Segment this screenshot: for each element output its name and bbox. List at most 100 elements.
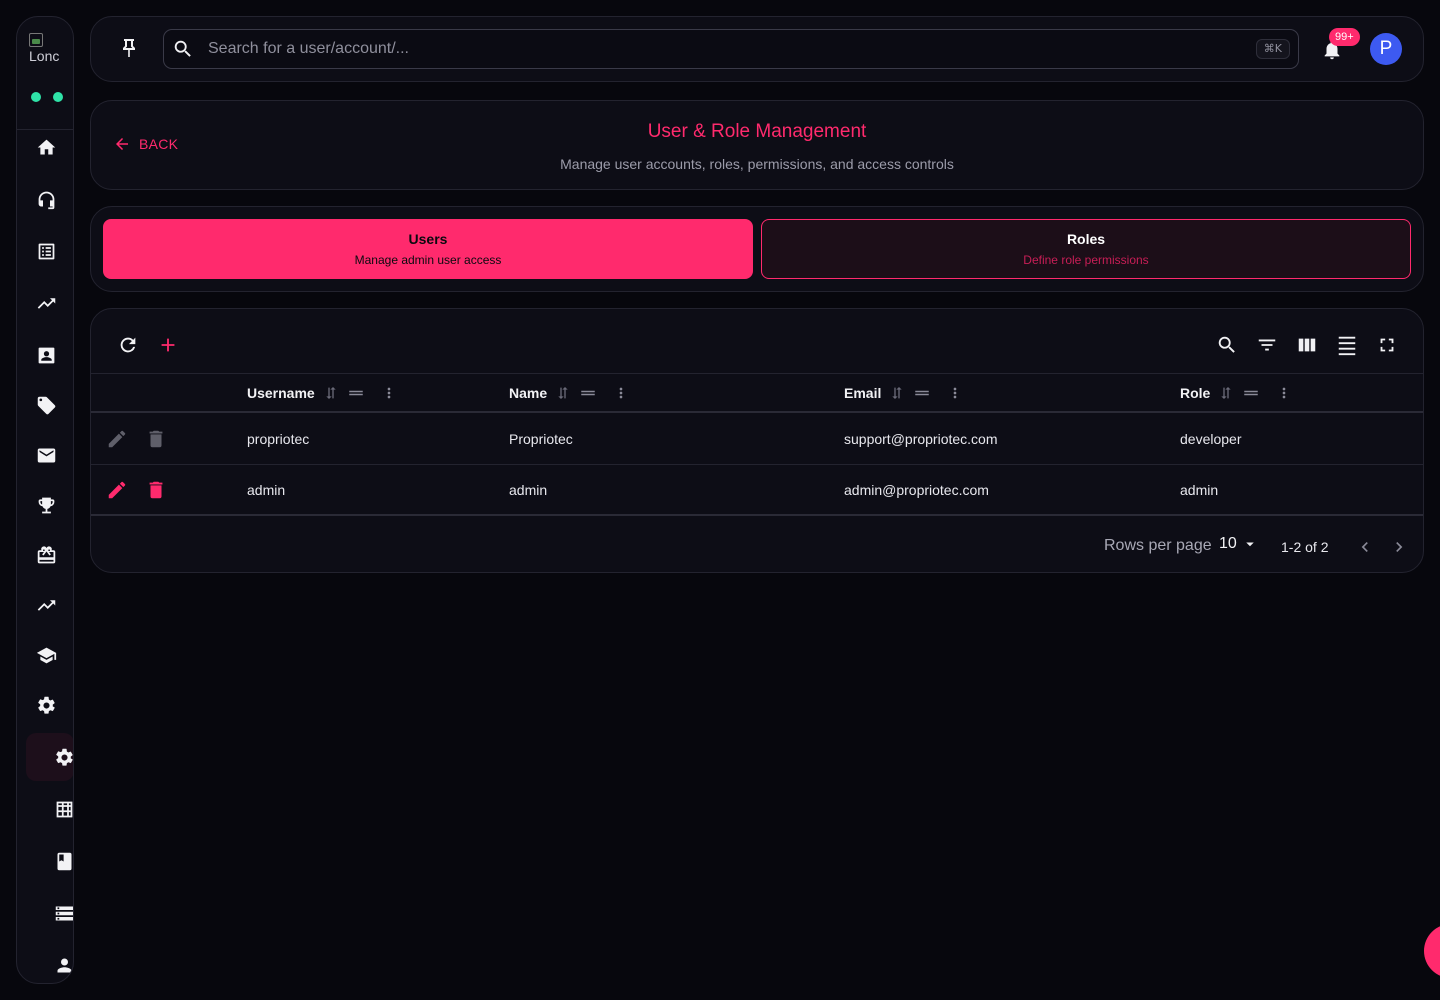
cell-username: propriotec — [247, 431, 310, 447]
previous-page-button[interactable] — [1355, 537, 1375, 557]
sort-icon[interactable] — [323, 385, 339, 401]
density-button[interactable] — [1335, 333, 1359, 357]
column-title: Username — [247, 385, 315, 401]
grid-icon — [56, 801, 72, 817]
sidebar-item-learning[interactable] — [31, 640, 61, 670]
school-icon — [36, 647, 56, 663]
column-title: Email — [844, 385, 882, 401]
sort-icon[interactable] — [555, 385, 571, 401]
status-indicators — [31, 92, 63, 102]
column-header-email[interactable]: Email — [844, 374, 963, 412]
add-user-button[interactable] — [156, 333, 180, 357]
settings-icon — [37, 696, 55, 714]
next-page-button[interactable] — [1389, 537, 1409, 557]
sidebar-item-analytics[interactable] — [31, 288, 61, 318]
status-dot — [31, 92, 41, 102]
columns-button[interactable] — [1295, 333, 1319, 357]
delete-button[interactable] — [145, 479, 167, 501]
floating-action-button[interactable] — [1424, 924, 1440, 978]
cell-name: admin — [509, 482, 548, 498]
list-alt-icon — [38, 243, 54, 259]
sidebar-item-mail[interactable] — [31, 440, 61, 470]
chevron-left-icon — [1361, 542, 1368, 552]
refresh-button[interactable] — [116, 333, 140, 357]
table-row: propriotec Propriotec support@propriotec… — [91, 414, 1423, 465]
sidebar-item-trends[interactable] — [31, 590, 61, 620]
sidebar-item-rewards[interactable] — [31, 490, 61, 520]
edit-button[interactable] — [106, 428, 128, 450]
table-pagination: Rows per page 10 1-2 of 2 — [91, 517, 1423, 572]
trophy-icon — [38, 497, 54, 513]
tab-description: Manage admin user access — [354, 253, 502, 267]
sidebar-item-support[interactable] — [31, 184, 61, 214]
status-dot — [53, 92, 63, 102]
sidebar-item-profile[interactable] — [49, 950, 73, 980]
sidebar-item-admin-settings[interactable] — [49, 742, 73, 772]
storage-icon — [55, 906, 73, 920]
drag-handle-icon[interactable] — [347, 384, 365, 402]
sort-icon[interactable] — [889, 385, 905, 401]
page-subtitle: Manage user accounts, roles, permissions… — [560, 156, 954, 172]
delete-button[interactable] — [145, 428, 167, 450]
trash-icon — [149, 481, 163, 499]
home-icon — [37, 139, 55, 154]
cell-username: admin — [247, 482, 286, 498]
sidebar-item-gifts[interactable] — [31, 540, 61, 570]
sidebar-item-contacts[interactable] — [31, 340, 61, 370]
plus-icon — [161, 338, 175, 352]
search-input[interactable] — [208, 30, 1228, 68]
sidebar-item-settings[interactable] — [31, 690, 61, 720]
column-menu-icon[interactable] — [1276, 385, 1292, 401]
tab-roles[interactable]: Roles Define role permissions — [761, 219, 1411, 279]
edit-icon — [108, 430, 126, 448]
broken-image-icon — [29, 33, 43, 47]
cell-name: Propriotec — [509, 431, 573, 447]
sidebar-item-docs[interactable] — [49, 846, 73, 876]
drag-handle-icon[interactable] — [1242, 384, 1260, 402]
search-icon — [1218, 336, 1235, 353]
column-menu-icon[interactable] — [381, 385, 397, 401]
search-box[interactable]: ⌘K — [163, 29, 1299, 69]
fullscreen-button[interactable] — [1375, 333, 1399, 357]
search-shortcut-hint: ⌘K — [1255, 39, 1290, 59]
column-menu-icon[interactable] — [613, 385, 629, 401]
cell-email: support@propriotec.com — [844, 431, 998, 447]
rows-per-page-select[interactable]: 10 — [1219, 535, 1259, 553]
filter-list-icon — [1258, 339, 1276, 351]
contact-card-icon — [38, 347, 54, 363]
column-title: Name — [509, 385, 548, 401]
column-header-username[interactable]: Username — [247, 374, 397, 412]
tab-users[interactable]: Users Manage admin user access — [103, 219, 753, 279]
user-avatar[interactable]: P — [1370, 33, 1402, 65]
page-title: User & Role Management — [647, 121, 867, 142]
sidebar-item-storage[interactable] — [49, 898, 73, 928]
drag-handle-icon[interactable] — [913, 384, 931, 402]
sidebar-divider — [17, 129, 73, 130]
mail-icon — [37, 448, 55, 462]
caret-down-icon — [1246, 542, 1254, 547]
column-header-role[interactable]: Role — [1180, 374, 1292, 412]
column-header-name[interactable]: Name — [509, 374, 629, 412]
tag-icon — [37, 396, 55, 414]
logo[interactable]: Lonc — [29, 33, 63, 67]
cell-role: admin — [1180, 482, 1219, 498]
sidebar-item-tags[interactable] — [31, 390, 61, 420]
top-bar: ⌘K 99+ P — [90, 16, 1424, 82]
table-search-button[interactable] — [1215, 333, 1239, 357]
filter-button[interactable] — [1255, 333, 1279, 357]
edit-button[interactable] — [106, 479, 128, 501]
person-icon — [57, 958, 71, 972]
drag-handle-icon[interactable] — [579, 384, 597, 402]
sidebar-item-table[interactable] — [49, 794, 73, 824]
pagination-range: 1-2 of 2 — [1281, 539, 1329, 555]
sort-icon[interactable] — [1218, 385, 1234, 401]
pin-icon — [123, 39, 135, 57]
sidebar-item-list[interactable] — [31, 236, 61, 266]
users-table-card: Username Name Email Role propriotec Prop… — [90, 308, 1424, 573]
rows-per-page-value: 10 — [1219, 535, 1237, 552]
notification-count-badge: 99+ — [1329, 28, 1360, 46]
pin-button[interactable] — [117, 37, 141, 61]
column-menu-icon[interactable] — [947, 385, 963, 401]
sidebar-item-home[interactable] — [31, 132, 61, 162]
tab-label: Users — [408, 231, 448, 247]
